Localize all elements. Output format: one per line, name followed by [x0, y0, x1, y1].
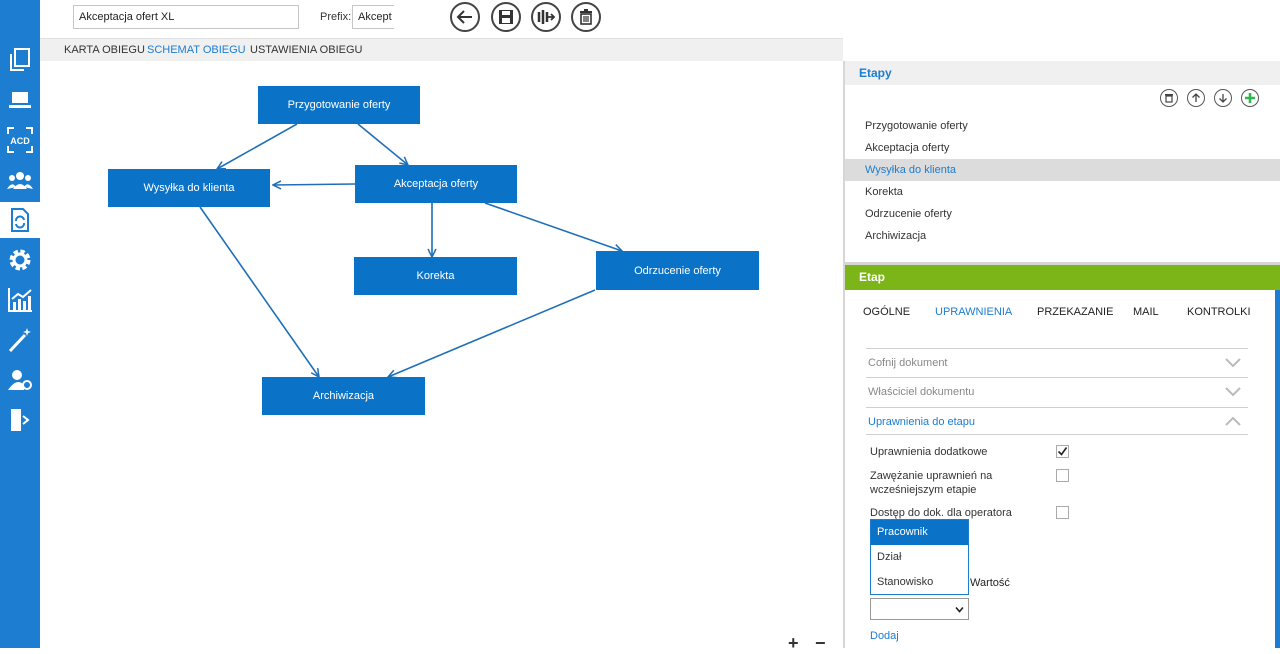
section-wlasciciel-dokumentu[interactable]: Właściciel dokumentu	[866, 377, 1248, 405]
acd-icon[interactable]: ACD	[4, 124, 36, 156]
stage-list-item[interactable]: Korekta	[845, 181, 1280, 203]
operator-type-select[interactable]	[870, 598, 969, 620]
laptop-icon[interactable]	[4, 84, 36, 116]
exit-icon[interactable]	[4, 404, 36, 436]
edge-przygotowanie-wysylka	[217, 123, 298, 169]
dropdown-option-stanowisko[interactable]: Stanowisko	[871, 570, 968, 595]
checkbox-zawezanie[interactable]	[1056, 469, 1069, 482]
stage-list-item[interactable]: Archiwizacja	[845, 225, 1280, 247]
prefix-input[interactable]: Akcept	[352, 5, 394, 29]
delete-button[interactable]	[571, 2, 601, 32]
section-cofnij-dokument[interactable]: Cofnij dokument	[866, 348, 1248, 376]
tab-kontrolki[interactable]: KONTROLKI	[1187, 306, 1251, 318]
save-icon	[499, 10, 513, 24]
top-toolbar: Akceptacja ofert XL Prefix: Akcept	[40, 0, 1280, 38]
operator-type-dropdown[interactable]: Pracownik Dział Stanowisko	[870, 519, 969, 595]
tab-ogolne[interactable]: OGÓLNE	[863, 306, 910, 318]
delete-icon	[580, 9, 592, 25]
edge-przygotowanie-akceptacja	[357, 123, 408, 165]
edge-odrzucenie-archiwizacja	[388, 289, 596, 377]
tab-przekazanie[interactable]: PRZEKAZANIE	[1037, 306, 1113, 318]
workflow-button[interactable]	[531, 2, 561, 32]
node-korekta[interactable]: Korekta	[354, 257, 517, 295]
workflow-doc-icon[interactable]	[0, 202, 40, 238]
tab-karta-obiegu[interactable]: KARTA OBIEGU	[64, 44, 145, 56]
trash-icon	[1165, 94, 1173, 103]
checkbox-uprawnienia-dodatkowe[interactable]	[1056, 445, 1069, 458]
arrow-up-icon	[1192, 93, 1200, 102]
plus-icon	[1245, 93, 1255, 103]
arrow-down-icon	[1219, 94, 1227, 103]
tab-uprawnienia[interactable]: UPRAWNIENIA	[935, 306, 1012, 318]
detail-scrollbar[interactable]	[1275, 290, 1280, 648]
save-button[interactable]	[491, 2, 521, 32]
perm-label-dostep-operatora: Dostęp do dok. dla operatora	[870, 507, 1012, 519]
dropdown-option-pracownik[interactable]: Pracownik	[871, 520, 968, 545]
move-stage-down-button[interactable]	[1214, 89, 1232, 107]
add-link[interactable]: Dodaj	[870, 630, 899, 642]
node-akceptacja-oferty[interactable]: Akceptacja oferty	[355, 165, 517, 203]
add-stage-button[interactable]	[1241, 89, 1259, 107]
stage-detail-title: Etap	[845, 265, 1280, 290]
edge-akceptacja-odrzucenie	[484, 202, 622, 251]
workflow-name-input[interactable]: Akceptacja ofert XL	[73, 5, 299, 29]
diagram-connectors	[199, 123, 843, 648]
node-przygotowanie-oferty[interactable]: Przygotowanie oferty	[258, 86, 420, 124]
value-label: Wartość	[970, 577, 1010, 589]
stage-list-item[interactable]: Akceptacja oferty	[845, 137, 1280, 159]
stage-list-item[interactable]: Przygotowanie oferty	[845, 115, 1280, 137]
zoom-in-button[interactable]: +	[788, 633, 799, 654]
chevron-down-icon	[1225, 387, 1241, 397]
delete-stage-button[interactable]	[1160, 89, 1178, 107]
checkmark-icon	[1057, 447, 1068, 456]
perm-label-zawezanie: Zawężanie uprawnień na	[870, 470, 993, 482]
back-button[interactable]	[450, 2, 480, 32]
checkbox-dostep-operatora[interactable]	[1056, 506, 1069, 519]
section-label: Uprawnienia do etapu	[868, 416, 976, 428]
section-label: Właściciel dokumentu	[868, 386, 975, 398]
move-stage-up-button[interactable]	[1187, 89, 1205, 107]
workflow-icon	[537, 10, 555, 24]
zoom-out-button[interactable]: −	[815, 633, 826, 654]
stages-panel-title: Etapy	[845, 61, 1280, 85]
documents-icon[interactable]	[4, 44, 36, 76]
users-icon[interactable]	[4, 164, 36, 196]
tab-mail[interactable]: MAIL	[1133, 306, 1159, 318]
stage-list-item[interactable]: Odrzucenie oferty	[845, 203, 1280, 225]
stage-list-item-selected[interactable]: Wysyłka do klienta	[845, 159, 1280, 181]
workflow-diagram-canvas[interactable]: Przygotowanie oferty Wysyłka do klienta …	[40, 61, 843, 653]
dropdown-option-dzial[interactable]: Dział	[871, 545, 968, 570]
section-label: Cofnij dokument	[868, 357, 948, 369]
tab-ustawienia-obiegu[interactable]: USTAWIENIA OBIEGU	[250, 44, 362, 56]
edge-akceptacja-wysylka	[273, 184, 356, 185]
chart-icon[interactable]	[4, 284, 36, 316]
workflow-tabs: KARTA OBIEGU SCHEMAT OBIEGU USTAWIENIA O…	[40, 38, 843, 62]
node-wysylka-do-klienta[interactable]: Wysyłka do klienta	[108, 169, 270, 207]
back-icon	[456, 10, 472, 24]
edge-wysylka-archiwizacja	[199, 206, 319, 377]
node-odrzucenie-oferty[interactable]: Odrzucenie oferty	[596, 251, 759, 290]
prefix-label: Prefix:	[320, 11, 352, 23]
chevron-down-icon	[1225, 358, 1241, 368]
tab-schemat-obiegu[interactable]: SCHEMAT OBIEGU	[147, 44, 246, 56]
user-settings-icon[interactable]	[4, 364, 36, 396]
perm-label-zawezanie-line2: wcześniejszym etapie	[870, 484, 977, 496]
section-uprawnienia-do-etapu[interactable]: Uprawnienia do etapu	[866, 407, 1248, 435]
chevron-up-icon	[1225, 416, 1241, 426]
settings-icon[interactable]	[4, 244, 36, 276]
chevron-down-icon	[955, 606, 964, 613]
perm-label-uprawnienia-dodatkowe: Uprawnienia dodatkowe	[870, 446, 988, 458]
svg-text:ACD: ACD	[10, 136, 30, 146]
left-navigation-rail: ACD	[0, 0, 40, 648]
right-panel: Etapy Przygotowanie oferty Akceptacja of…	[843, 61, 1280, 648]
wand-icon[interactable]	[4, 324, 36, 356]
node-archiwizacja[interactable]: Archiwizacja	[262, 377, 425, 415]
